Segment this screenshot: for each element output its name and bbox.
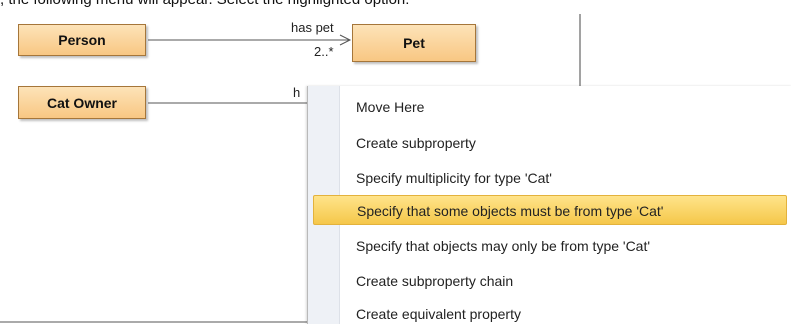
class-pet[interactable]: Pet xyxy=(352,24,476,62)
menu-item-move-here[interactable]: Move Here xyxy=(344,92,784,122)
menu-item-some-values-from[interactable]: Specify that some objects must be from t… xyxy=(313,195,787,225)
class-person-label: Person xyxy=(58,32,106,48)
class-pet-label: Pet xyxy=(403,35,425,51)
class-person[interactable]: Person xyxy=(18,24,146,56)
menu-item-create-subproperty-chain[interactable]: Create subproperty chain xyxy=(344,266,784,296)
class-cat-owner-label: Cat Owner xyxy=(46,94,117,111)
menu-item-specify-multiplicity[interactable]: Specify multiplicity for type 'Cat' xyxy=(344,163,784,193)
association-name-label: has pet xyxy=(291,20,334,35)
context-menu: Move Here Create subproperty Specify mul… xyxy=(307,86,791,324)
partial-association-label: h xyxy=(293,85,301,100)
class-cat-owner[interactable]: Cat Owner xyxy=(18,86,146,119)
multiplicity-label: 2..* xyxy=(314,44,334,59)
menu-item-create-subproperty[interactable]: Create subproperty xyxy=(344,128,784,158)
menu-item-all-values-from[interactable]: Specify that objects may only be from ty… xyxy=(344,231,784,261)
menu-item-create-equivalent-property[interactable]: Create equivalent property xyxy=(344,299,784,324)
